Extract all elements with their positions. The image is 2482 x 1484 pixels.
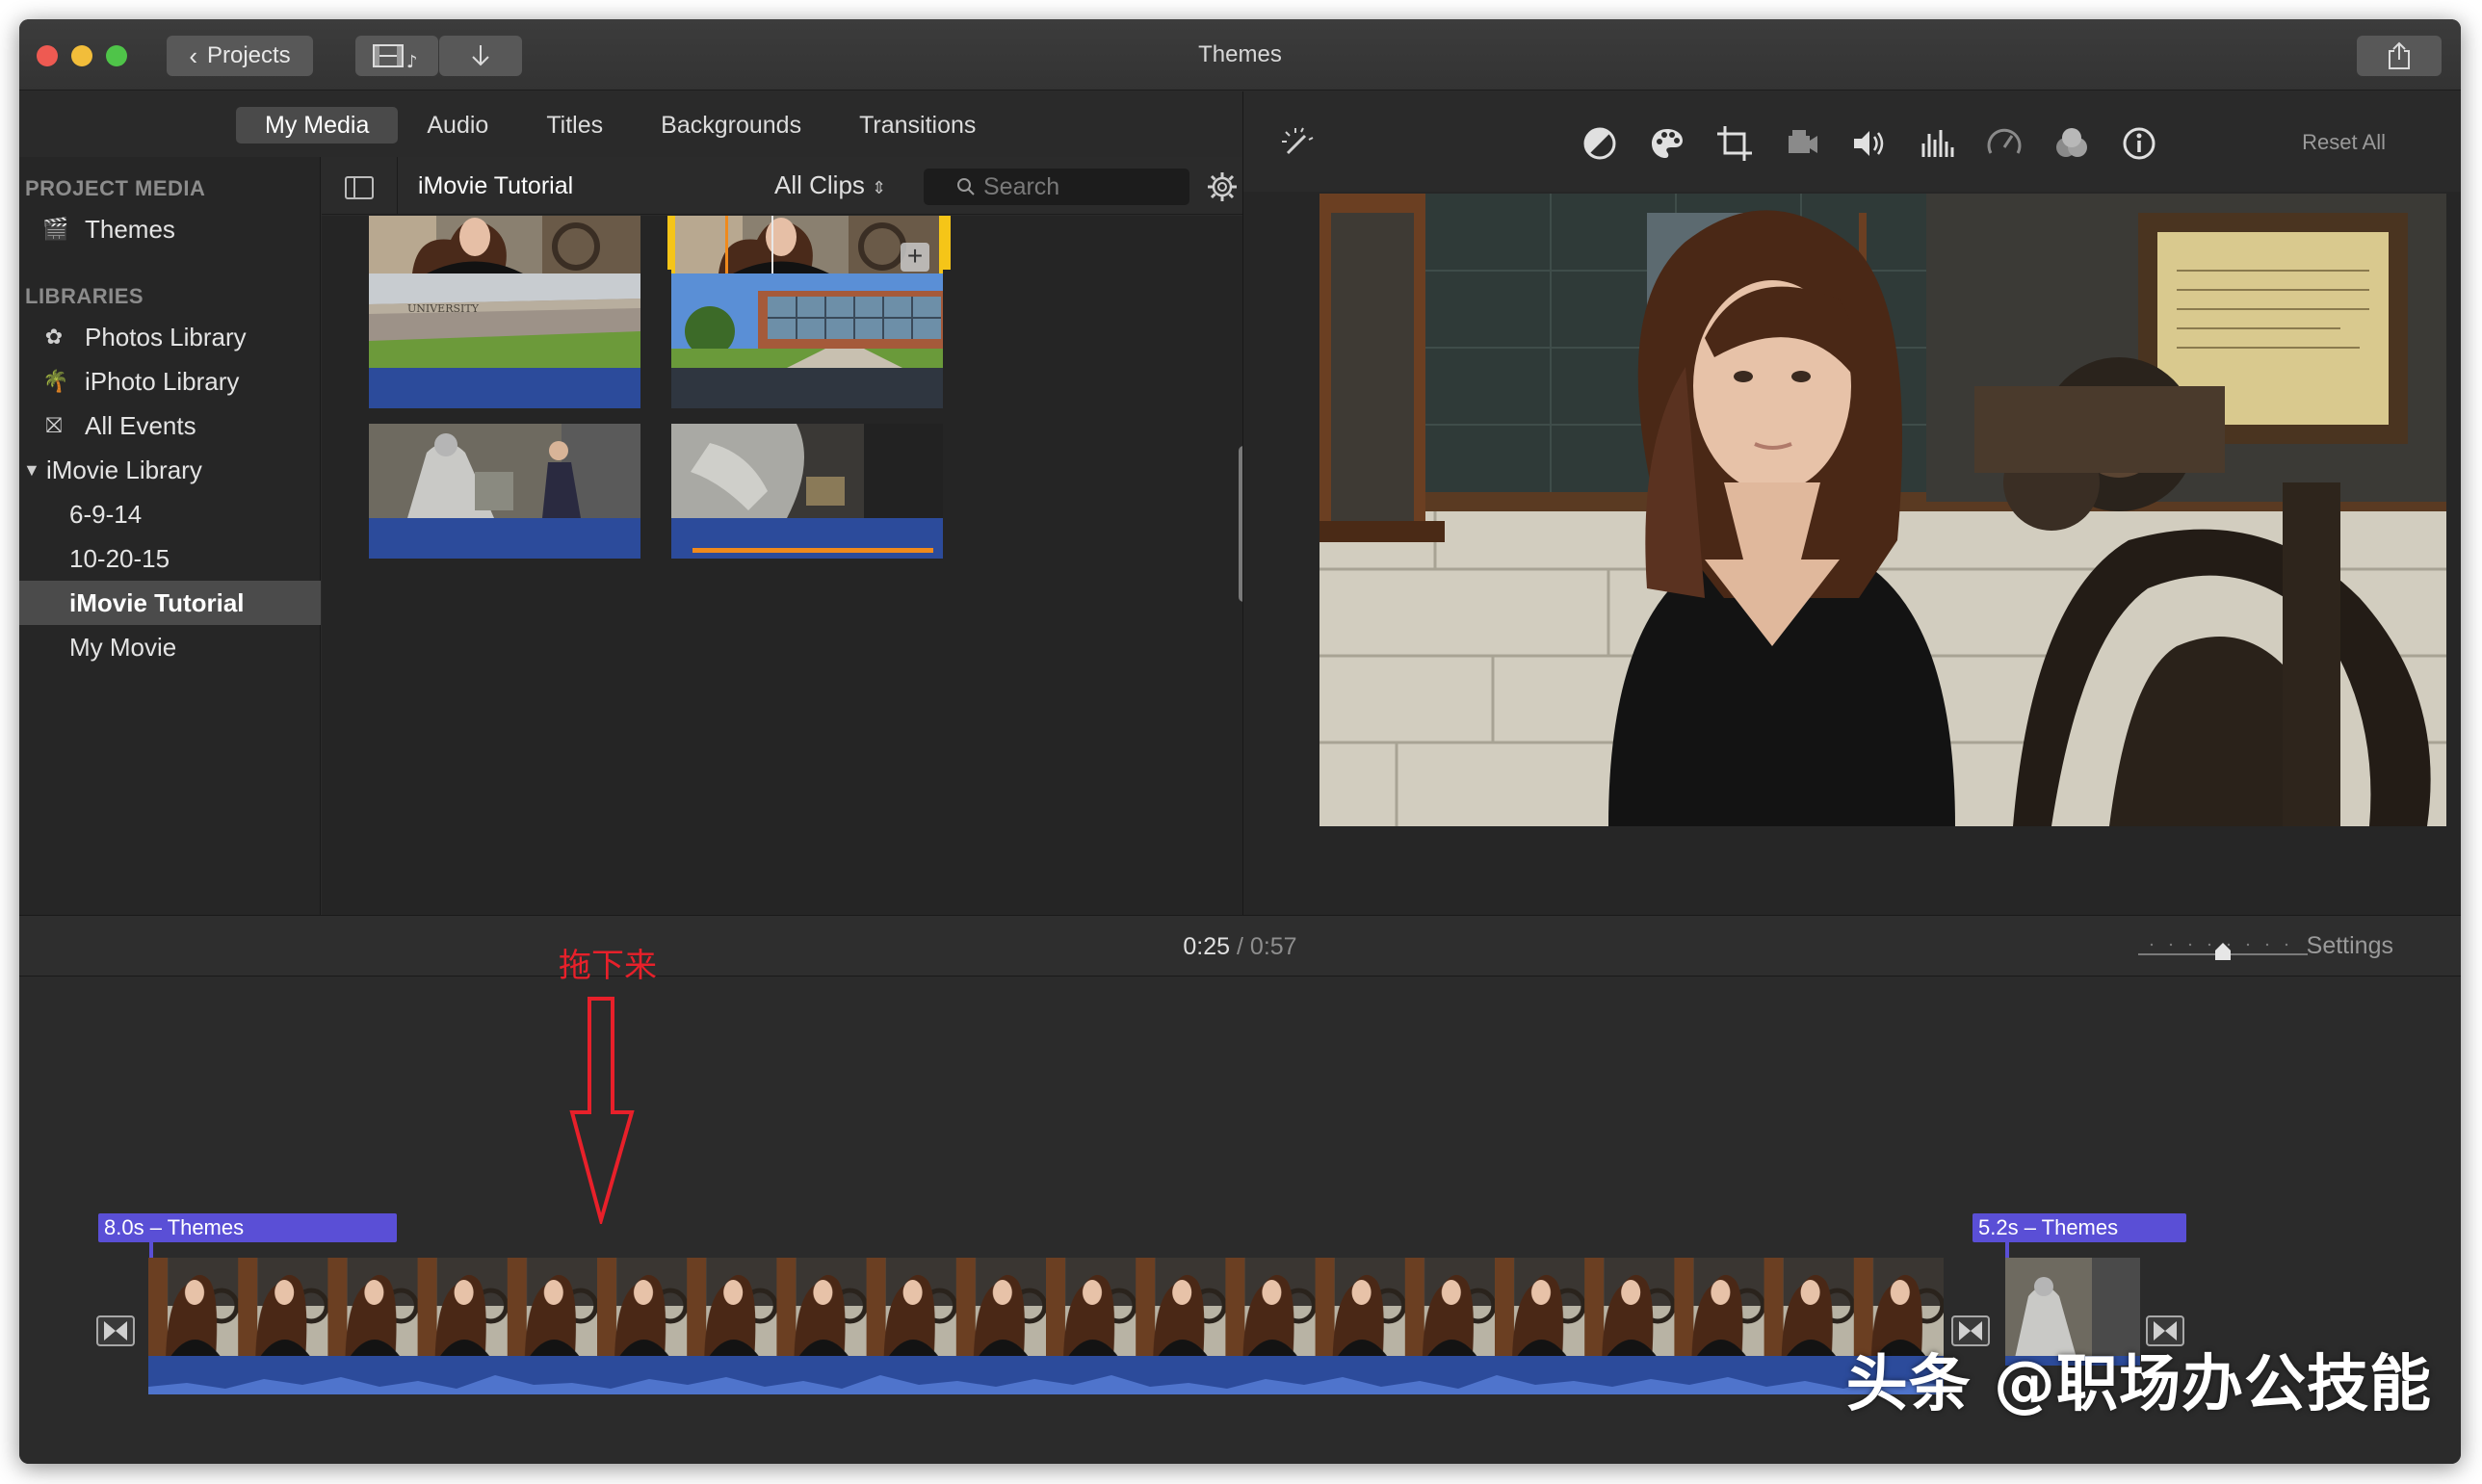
tab-titles[interactable]: Titles [517, 107, 632, 143]
sidebar-item-all-events[interactable]: ⛝ All Events [19, 404, 321, 448]
sidebar-item-label: Themes [85, 215, 175, 244]
sidebar-item-label: iMovie Library [46, 456, 202, 484]
gear-icon[interactable] [1206, 170, 1239, 203]
color-balance-icon[interactable] [1581, 124, 1619, 163]
selection-handle-right[interactable] [943, 216, 951, 270]
clip-filter-select[interactable]: All Clips ⇕ [774, 170, 886, 200]
title-clip-themes-1[interactable]: 8.0s – Themes [98, 1213, 397, 1242]
palm-tree-icon: 🌴 [42, 369, 69, 393]
workers-thumbnail [369, 424, 640, 518]
svg-text:UNIVERSITY: UNIVERSITY [407, 302, 480, 315]
sidebar-item-imovie-library[interactable]: ▼ iMovie Library [19, 448, 321, 492]
clapperboard-icon: 🎬 [42, 217, 69, 241]
audio-area [369, 368, 640, 408]
sidebar-item-label: iMovie Tutorial [69, 588, 245, 617]
clip-thumbnail[interactable] [671, 273, 943, 408]
viewer-frame [1319, 194, 2446, 826]
title-connector [149, 1242, 153, 1258]
sidebar-toggle-icon[interactable] [345, 176, 374, 199]
selection-handle-left[interactable] [667, 216, 675, 270]
video-overlay-icon[interactable] [2052, 124, 2091, 163]
star-box-icon: ⛝ [45, 413, 63, 437]
tab-my-media[interactable]: My Media [236, 107, 399, 143]
search-placeholder: Search [983, 173, 1060, 200]
sidebar-item-label: Photos Library [85, 323, 247, 351]
browser-tabs-bar: My Media Audio Titles Backgrounds Transi… [19, 91, 1242, 157]
window-title: Themes [1198, 41, 1282, 67]
audio-area [369, 518, 640, 559]
magic-wand-icon[interactable] [1278, 124, 1317, 163]
university-sign-thumbnail: UNIVERSITY [369, 273, 640, 368]
zoom-slider[interactable] [2138, 939, 2308, 960]
clip-thumbnail[interactable] [369, 424, 640, 559]
sidebar-item-imovie-tutorial[interactable]: iMovie Tutorial [19, 581, 321, 625]
title-connector [2005, 1242, 2009, 1258]
current-time: 0:25 [1183, 933, 1231, 960]
sidebar-item-label: 6-9-14 [69, 500, 143, 529]
timeline-audio-waveform[interactable] [148, 1366, 1944, 1394]
timecode: 0:25 / 0:57 [19, 933, 2461, 961]
title-clip-themes-2[interactable]: 5.2s – Themes [1973, 1213, 2186, 1242]
libraries-sidebar: PROJECT MEDIA 🎬 Themes LIBRARIES ✿ Photo… [19, 157, 321, 915]
browser-header: iMovie Tutorial All Clips ⇕ Search [322, 157, 1242, 215]
time-separator: / [1237, 933, 1243, 960]
photos-flower-icon: ✿ [44, 325, 64, 349]
sidebar-item-photos-library[interactable]: ✿ Photos Library [19, 315, 321, 359]
chevron-updown-icon: ⇕ [872, 178, 887, 197]
timeline-header: 0:25 / 0:57 Settings [19, 915, 2461, 976]
imovie-window: ‹ Projects ♪ Themes My Media Audio Title… [19, 19, 2461, 1464]
volume-icon[interactable] [1850, 124, 1889, 163]
libraries-header: LIBRARIES [25, 284, 144, 308]
sidebar-item-my-movie[interactable]: My Movie [19, 625, 321, 669]
cross-dissolve-icon [104, 1321, 127, 1341]
sidebar-item-iphoto-library[interactable]: 🌴 iPhoto Library [19, 359, 321, 404]
clip-thumbnail[interactable] [671, 424, 943, 559]
reset-all-button[interactable]: Reset All [2302, 130, 2386, 155]
info-icon[interactable] [2120, 124, 2158, 163]
timeline-settings-button[interactable]: Settings [2307, 932, 2393, 960]
clip-thumbnail[interactable]: UNIVERSITY [369, 273, 640, 408]
clip-filter-label: All Clips [774, 170, 865, 199]
watermark-text: 头条 @职场办公技能 [1845, 1349, 2432, 1420]
disclosure-triangle-icon[interactable]: ▼ [23, 448, 40, 492]
add-to-project-button[interactable]: + [901, 243, 929, 272]
clip-browser: + UNIVERSITY [322, 216, 1242, 915]
sidebar-item-6-9-14[interactable]: 6-9-14 [19, 492, 321, 536]
transition-marker[interactable] [96, 1315, 135, 1346]
share-icon [2389, 41, 2410, 69]
speedometer-icon[interactable] [1985, 124, 2024, 163]
tab-transitions[interactable]: Transitions [830, 107, 1005, 143]
equalizer-icon[interactable] [1918, 124, 1956, 163]
woman-thumbnail [369, 216, 640, 273]
share-button[interactable] [2357, 36, 2442, 76]
tab-audio[interactable]: Audio [398, 107, 517, 143]
project-media-header: PROJECT MEDIA [25, 176, 206, 200]
used-range-bar [692, 548, 933, 553]
timeline-video-clip[interactable] [148, 1258, 1944, 1366]
color-palette-icon[interactable] [1648, 124, 1686, 163]
event-name: iMovie Tutorial [418, 172, 574, 199]
sidebar-item-label: 10-20-15 [69, 544, 170, 573]
title-bar: ‹ Projects ♪ Themes [19, 19, 2461, 91]
sidebar-item-label: All Events [85, 411, 196, 440]
sidebar-item-label: iPhoto Library [85, 367, 240, 396]
annotation-arrow-icon [569, 997, 635, 1224]
stabilization-camera-icon[interactable] [1783, 124, 1821, 163]
campus-building-thumbnail [671, 273, 943, 368]
annotation-text: 拖下来 [559, 947, 657, 985]
sidebar-item-10-20-15[interactable]: 10-20-15 [19, 536, 321, 581]
tab-backgrounds[interactable]: Backgrounds [632, 107, 830, 143]
protective-suit-thumbnail [671, 424, 943, 518]
divider [397, 157, 398, 215]
adjustments-bar: Reset All [1243, 91, 2461, 192]
crop-icon[interactable] [1715, 124, 1754, 163]
search-icon [957, 178, 975, 195]
total-duration: 0:57 [1249, 933, 1297, 960]
search-input[interactable]: Search [924, 169, 1189, 205]
sidebar-item-themes[interactable]: 🎬 Themes [19, 207, 321, 251]
sidebar-item-label: My Movie [69, 633, 177, 662]
